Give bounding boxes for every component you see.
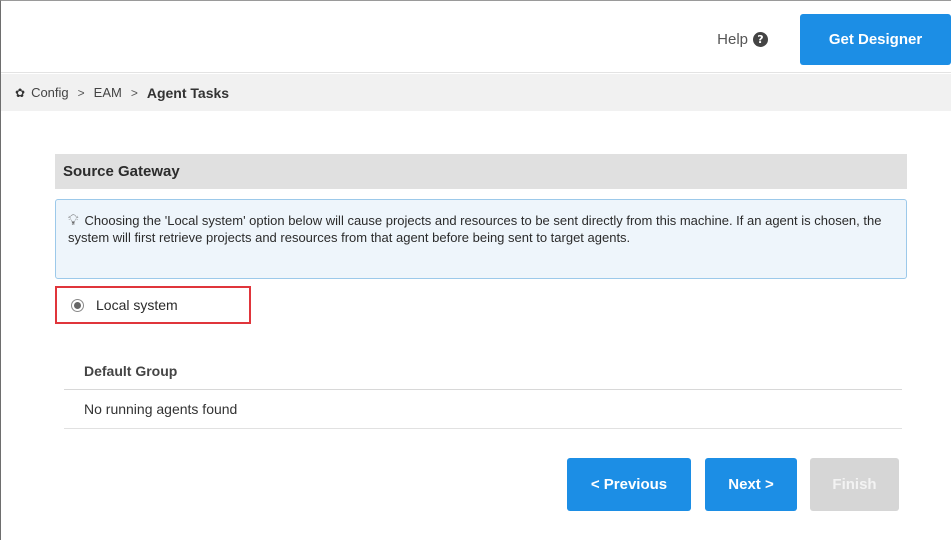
get-designer-button[interactable]: Get Designer <box>800 14 951 65</box>
section-title: Source Gateway <box>55 154 907 189</box>
gear-icon: ✿ <box>15 85 26 100</box>
previous-button[interactable]: < Previous <box>567 458 691 511</box>
local-system-radio[interactable] <box>71 298 84 312</box>
lightbulb-icon: 💡︎ <box>68 211 79 229</box>
breadcrumb: ✿ Config > EAM > Agent Tasks <box>1 74 951 111</box>
info-text: Choosing the 'Local system' option below… <box>68 213 882 245</box>
question-icon: ? <box>753 32 768 47</box>
breadcrumb-config[interactable]: Config <box>31 85 69 100</box>
top-header: Help ? Get Designer <box>1 1 951 73</box>
finish-button: Finish <box>810 458 899 511</box>
group-empty-row: No running agents found <box>64 390 902 429</box>
breadcrumb-eam[interactable]: EAM <box>94 85 122 100</box>
help-link[interactable]: Help ? <box>717 31 768 48</box>
breadcrumb-current: Agent Tasks <box>146 84 230 101</box>
local-system-label: Local system <box>96 297 178 313</box>
info-box: 💡︎ Choosing the 'Local system' option bel… <box>55 199 907 279</box>
breadcrumb-separator: > <box>77 85 85 100</box>
group-header: Default Group <box>64 352 902 390</box>
next-button[interactable]: Next > <box>705 458 797 511</box>
help-label: Help <box>717 31 748 48</box>
breadcrumb-separator: > <box>130 85 138 100</box>
local-system-option[interactable]: Local system <box>55 286 251 324</box>
radio-selected-dot <box>74 301 81 309</box>
